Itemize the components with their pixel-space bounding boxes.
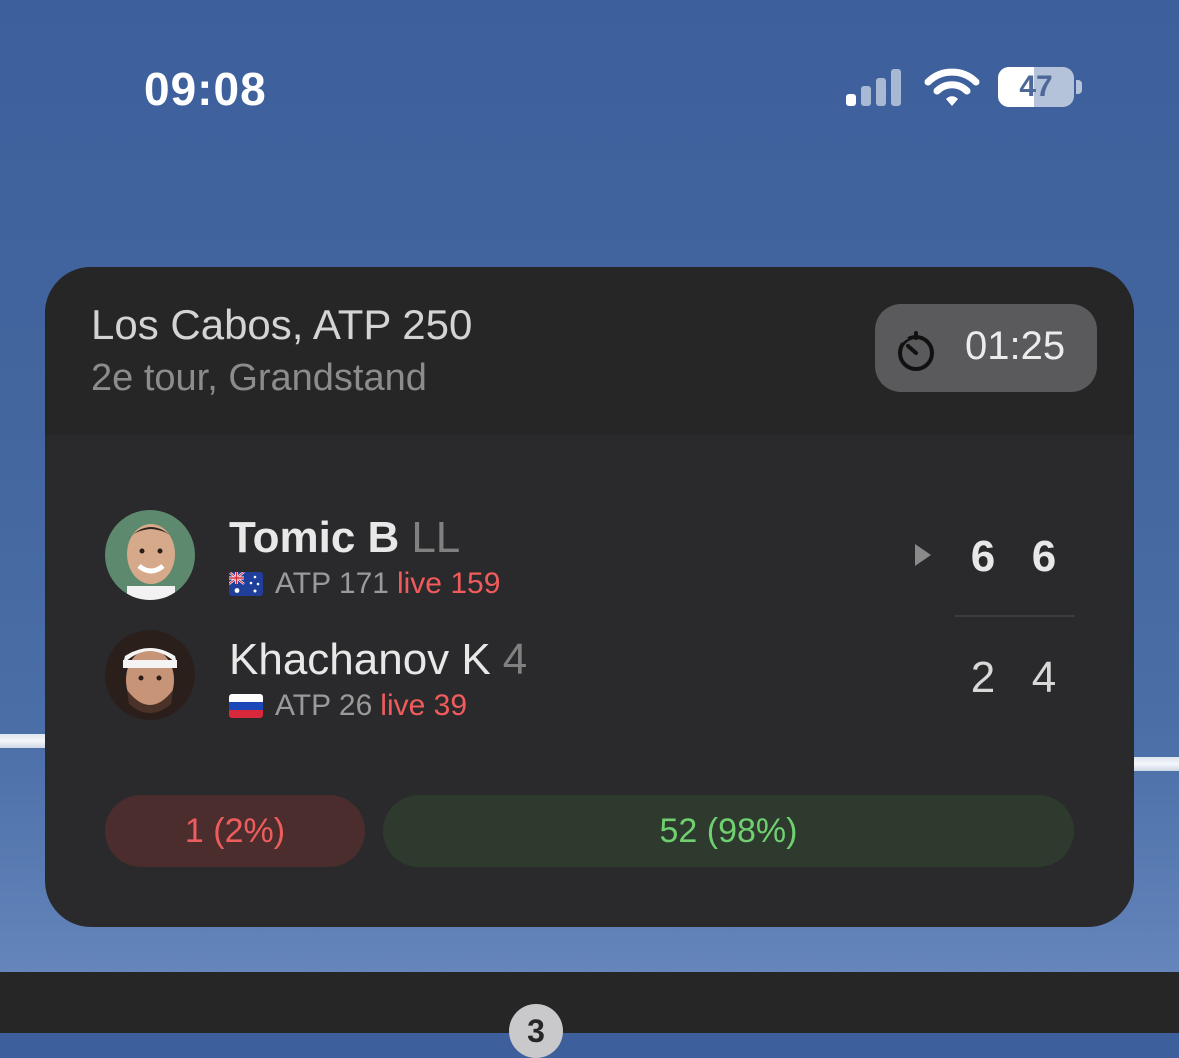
player-seed: LL [411,513,461,562]
dock-bar: 3 [0,972,1179,1058]
player-live-rank: live 159 [396,567,501,600]
australia-flag-icon [229,572,263,596]
wallpaper-court-line-left [0,734,50,748]
battery-icon: 47 [998,67,1074,107]
match-duration: 01:25 [965,324,1066,368]
player-photo-khachanov [105,630,195,720]
vote-player1-label: 1 (2%) [184,811,286,850]
widget-header: Los Cabos, ATP 250 2e tour, Grandstand 0… [45,267,1134,435]
status-time: 09:08 [144,63,267,115]
stopwatch-icon [897,331,934,371]
play-triangle-icon [915,544,931,566]
player-name: Tomic B LL [229,513,460,563]
player-name-text: Tomic B [229,513,400,562]
russia-flag-icon [229,694,263,718]
player-name: Khachanov K4 [229,635,527,685]
set-score: 2 [970,653,996,702]
player-row[interactable]: Khachanov K4 ATP 26 live 39 2 4 [45,629,1134,739]
match-widget[interactable]: Los Cabos, ATP 250 2e tour, Grandstand 0… [45,267,1134,927]
tournament-name: Los Cabos, ATP 250 [91,301,473,348]
player-avatar [105,510,195,600]
vote-player2-label: 52 (98%) [659,811,798,850]
battery-cap [1076,80,1082,94]
wallpaper-court-line-right [1134,757,1179,771]
score-divider [955,615,1075,617]
set-score: 4 [1031,653,1057,702]
player-row[interactable]: Tomic B LL ATP 171 live 159 6 6 [45,507,1134,617]
match-duration-badge: 01:25 [875,304,1097,392]
battery-percent: 47 [1019,70,1053,103]
player-photo-tomic [105,510,195,600]
player-ranking: ATP 171 live 159 [229,567,500,601]
round-info: 2e tour, Grandstand [91,357,427,399]
player-atp-rank: ATP 171 [275,567,389,600]
player-atp-rank: ATP 26 [275,689,373,722]
player-ranking: ATP 26 live 39 [229,689,467,723]
wifi-icon [924,68,980,106]
page-badge[interactable]: 3 [509,1004,563,1058]
cellular-signal-icon [846,69,901,106]
status-bar: 09:08 47 [0,0,1179,180]
set-score: 6 [970,532,996,581]
set-score: 6 [1031,532,1057,581]
vote-player1-button[interactable]: 1 (2%) [105,795,365,867]
player-live-rank: live 39 [380,689,467,722]
player-name-text: Khachanov K [229,635,491,684]
player-avatar [105,630,195,720]
player-seed: 4 [502,635,528,684]
vote-player2-button[interactable]: 52 (98%) [383,795,1074,867]
